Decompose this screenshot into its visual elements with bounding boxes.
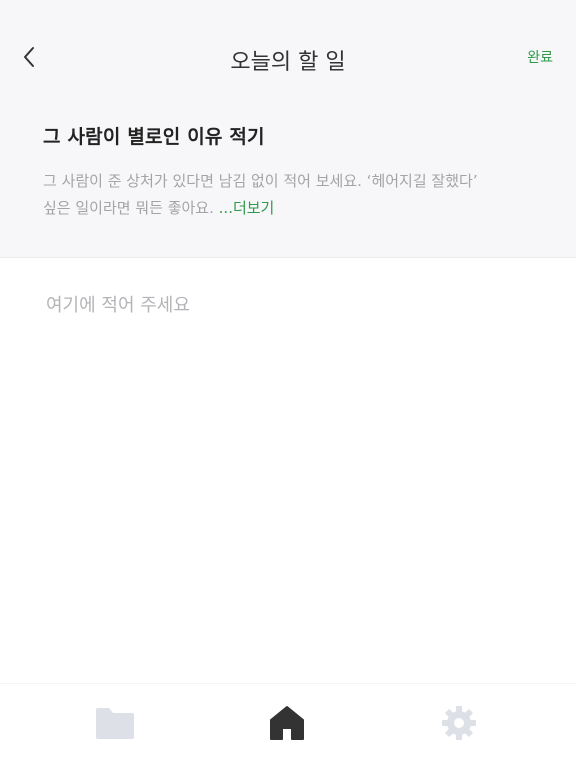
task-description: 그 사람이 준 상처가 있다면 남김 없이 적어 보세요. ‘헤어지길 잘했다’… xyxy=(43,168,543,222)
home-icon xyxy=(269,705,305,745)
page-title: 오늘의 할 일 xyxy=(230,50,346,75)
task-description-line: 싶은 일이라면 뭐든 좋아요. ...더보기 xyxy=(43,195,543,222)
task-description-text: 싶은 일이라면 뭐든 좋아요. xyxy=(43,199,219,217)
nav-home-tab[interactable] xyxy=(264,702,310,748)
nav-folder-tab[interactable] xyxy=(92,702,138,748)
bottom-nav xyxy=(0,683,576,768)
done-button[interactable]: 완료 xyxy=(527,47,553,69)
answer-input[interactable] xyxy=(30,280,550,660)
gear-icon xyxy=(441,705,477,745)
task-description-line: 그 사람이 준 상처가 있다면 남김 없이 적어 보세요. ‘헤어지길 잘했다’ xyxy=(43,172,478,190)
task-header-area: 오늘의 할 일 완료 그 사람이 별로인 이유 적기 그 사람이 준 상처가 있… xyxy=(0,0,576,258)
folder-icon xyxy=(95,706,135,744)
screen: 오늘의 할 일 완료 그 사람이 별로인 이유 적기 그 사람이 준 상처가 있… xyxy=(0,0,576,768)
task-heading: 그 사람이 별로인 이유 적기 xyxy=(43,126,265,148)
more-link[interactable]: ...더보기 xyxy=(219,199,275,217)
nav-settings-tab[interactable] xyxy=(436,702,482,748)
